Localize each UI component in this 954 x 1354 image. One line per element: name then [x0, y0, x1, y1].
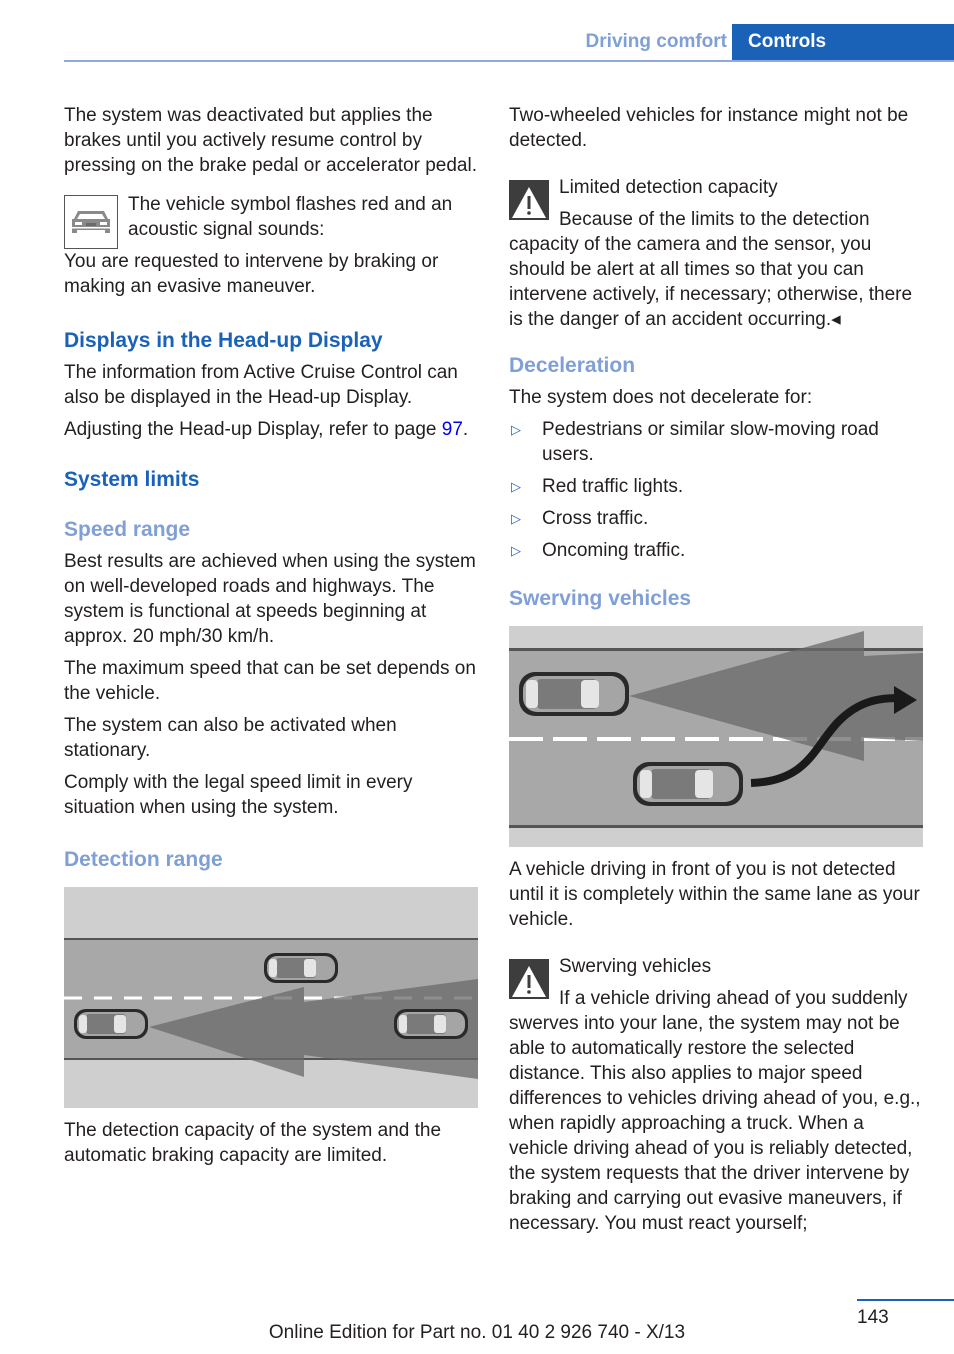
vehicle-symbol-note: The vehicle symbol flashes red and an ac…: [64, 192, 478, 299]
deceleration-list: ▷ Pedestrians or similar slow-moving road…: [509, 417, 923, 563]
road-edge-bottom: [509, 825, 923, 828]
vehicle-note-line1: The vehicle symbol flashes red and an ac…: [128, 194, 453, 240]
road-edge-top: [64, 938, 478, 940]
footer-rule: [857, 1299, 954, 1301]
swerving-vehicles-illustration: [509, 626, 923, 847]
hud-paragraph-1: The information from Active Cruise Contr…: [64, 362, 458, 408]
header-chapter-tab: Controls: [732, 24, 954, 61]
page-97-link[interactable]: 97: [442, 419, 463, 440]
speed-paragraph-4: Comply with the legal speed limit in eve…: [64, 772, 413, 818]
list-item: ▷ Cross traffic.: [509, 506, 923, 531]
deceleration-heading: Deceleration: [509, 354, 636, 377]
warning1-body: Because of the limits to the detection c…: [509, 209, 913, 330]
intro-paragraph: The system was deactivated but applies t…: [64, 105, 477, 176]
swerving-caption: A vehicle driving in front of you is not…: [509, 859, 920, 930]
bullet-triangle-icon: ▷: [511, 422, 521, 437]
car-ego: [633, 762, 743, 806]
list-item: ▷ Pedestrians or similar slow-moving road…: [509, 417, 923, 467]
header-section-title: Driving comfort: [585, 31, 727, 52]
list-item: ▷ Red traffic lights.: [509, 474, 923, 499]
warning1-title: Limited detection capacity: [559, 177, 778, 198]
bullet-triangle-icon: ▷: [511, 543, 521, 558]
hud-p2-prefix: Adjusting the Head-up Display, refer to …: [64, 419, 442, 440]
vehicle-warning-icon: [64, 195, 118, 249]
car-ego: [74, 1009, 148, 1039]
two-wheeled-paragraph: Two-wheeled vehicles for instance might …: [509, 105, 909, 151]
system-limits-heading: System limits: [64, 468, 200, 491]
hud-paragraph-2: Adjusting the Head-up Display, refer to …: [64, 417, 478, 442]
warning-swerving-vehicles: Swerving vehicles If a vehicle driving a…: [509, 954, 923, 1236]
warning-triangle-icon: [509, 180, 549, 220]
car-ahead-same-lane: [394, 1009, 468, 1039]
vehicle-note-line2: You are requested to intervene by brakin…: [64, 251, 439, 297]
speed-range-heading: Speed range: [64, 518, 191, 541]
car-ahead-left-lane: [519, 672, 629, 716]
warning2-title: Swerving vehicles: [559, 956, 712, 977]
warning-limited-detection: Limited detection capacity Because of th…: [509, 175, 923, 332]
hud-p2-suffix: .: [462, 419, 469, 440]
bullet-triangle-icon: ▷: [511, 511, 521, 526]
warning-triangle-icon: [509, 959, 549, 999]
speed-paragraph-2: The maximum speed that can be set depend…: [64, 658, 476, 704]
swerving-vehicles-heading: Swerving vehicles: [509, 587, 692, 610]
car-ahead-adjacent-lane: [264, 953, 338, 983]
hud-heading: Displays in the Head-up Display: [64, 329, 383, 352]
right-column: Two-wheeled vehicles for instance might …: [509, 103, 923, 1243]
warning2-body: If a vehicle driving ahead of you sudden…: [509, 988, 921, 1234]
detection-range-illustration: [64, 887, 478, 1108]
list-item: ▷ Oncoming traffic.: [509, 538, 923, 563]
bullet-triangle-icon: ▷: [511, 479, 521, 494]
edition-footer: Online Edition for Part no. 01 40 2 926 …: [268, 1322, 686, 1343]
deceleration-intro: The system does not decelerate for:: [509, 387, 813, 408]
detection-caption: The detection capacity of the system and…: [64, 1120, 442, 1166]
detection-range-heading: Detection range: [64, 848, 223, 871]
header-rule: [64, 60, 954, 62]
list-item-text: Oncoming traffic.: [542, 540, 686, 561]
speed-paragraph-3: The system can also be activated when st…: [64, 715, 397, 761]
list-item-text: Pedestrians or similar slow-moving road …: [542, 419, 879, 465]
left-column: The system was deactivated but applies t…: [64, 103, 478, 1175]
list-item-text: Red traffic lights.: [542, 476, 684, 497]
list-item-text: Cross traffic.: [542, 508, 649, 529]
speed-paragraph-1: Best results are achieved when using the…: [64, 551, 476, 647]
